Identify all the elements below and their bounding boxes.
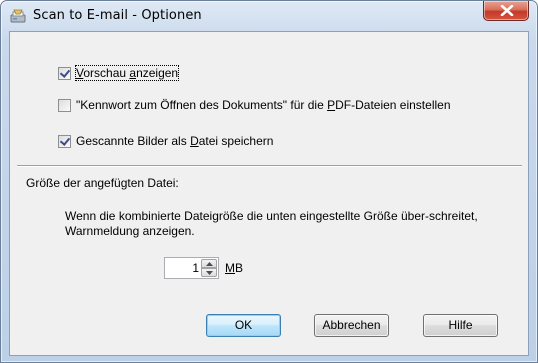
preview-checkbox[interactable]: [58, 66, 71, 80]
save-file-option[interactable]: Gescannte Bilder als Datei speichern: [58, 134, 273, 148]
preview-label[interactable]: Vorschau anzeigen: [74, 65, 180, 81]
preview-label-part: orschau: [83, 66, 130, 80]
warning-description: Wenn die kombinierte Dateigröße die unte…: [65, 209, 478, 238]
preview-label-rest: nzeigen: [136, 66, 179, 80]
close-icon: [500, 5, 514, 16]
password-label-rest: DF-Dateien einstellen: [335, 98, 451, 112]
scanner-mail-icon: [10, 8, 27, 25]
save-file-label-rest: atei speichern: [198, 134, 274, 148]
triangle-up-icon: [206, 262, 213, 266]
separator-line: [17, 165, 522, 167]
save-file-label[interactable]: Gescannte Bilder als Datei speichern: [76, 134, 273, 148]
password-label-access-key: P: [327, 98, 336, 112]
triangle-down-icon: [206, 271, 213, 275]
dialog-client-area: Vorschau anzeigen "Kennwort zum Öffnen d…: [9, 31, 529, 356]
spinner-up-button[interactable]: [201, 259, 217, 268]
password-label-part: "Kennwort zum Öffnen des Dokuments" für …: [76, 98, 328, 112]
save-file-label-access-key: D: [190, 134, 199, 148]
unit-access-key: M: [225, 261, 235, 275]
size-unit-label: MB: [225, 261, 243, 275]
spinner-buttons: [201, 259, 217, 277]
help-button[interactable]: Hilfe: [423, 314, 498, 337]
title-bar[interactable]: Scan to E-mail - Optionen: [1, 1, 537, 31]
ok-button[interactable]: OK: [206, 314, 281, 337]
size-spinner[interactable]: 1: [164, 257, 219, 279]
spinner-down-button[interactable]: [201, 268, 217, 277]
size-value[interactable]: 1: [167, 261, 199, 275]
attachment-size-heading: Größe der angefügten Datei:: [26, 176, 179, 190]
save-file-checkbox[interactable]: [58, 134, 71, 148]
dialog-window: Scan to E-mail - Optionen Vorschau anzei…: [0, 0, 538, 363]
close-button[interactable]: [483, 1, 529, 21]
save-file-label-part: Gescannte Bilder als: [76, 134, 191, 148]
cancel-button[interactable]: Abbrechen: [314, 314, 389, 337]
password-label[interactable]: "Kennwort zum Öffnen des Dokuments" für …: [76, 98, 451, 112]
preview-option[interactable]: Vorschau anzeigen: [58, 65, 180, 81]
window-title: Scan to E-mail - Optionen: [33, 8, 202, 23]
password-checkbox[interactable]: [58, 98, 71, 112]
unit-rest: B: [235, 261, 244, 275]
password-option[interactable]: "Kennwort zum Öffnen des Dokuments" für …: [58, 98, 451, 112]
